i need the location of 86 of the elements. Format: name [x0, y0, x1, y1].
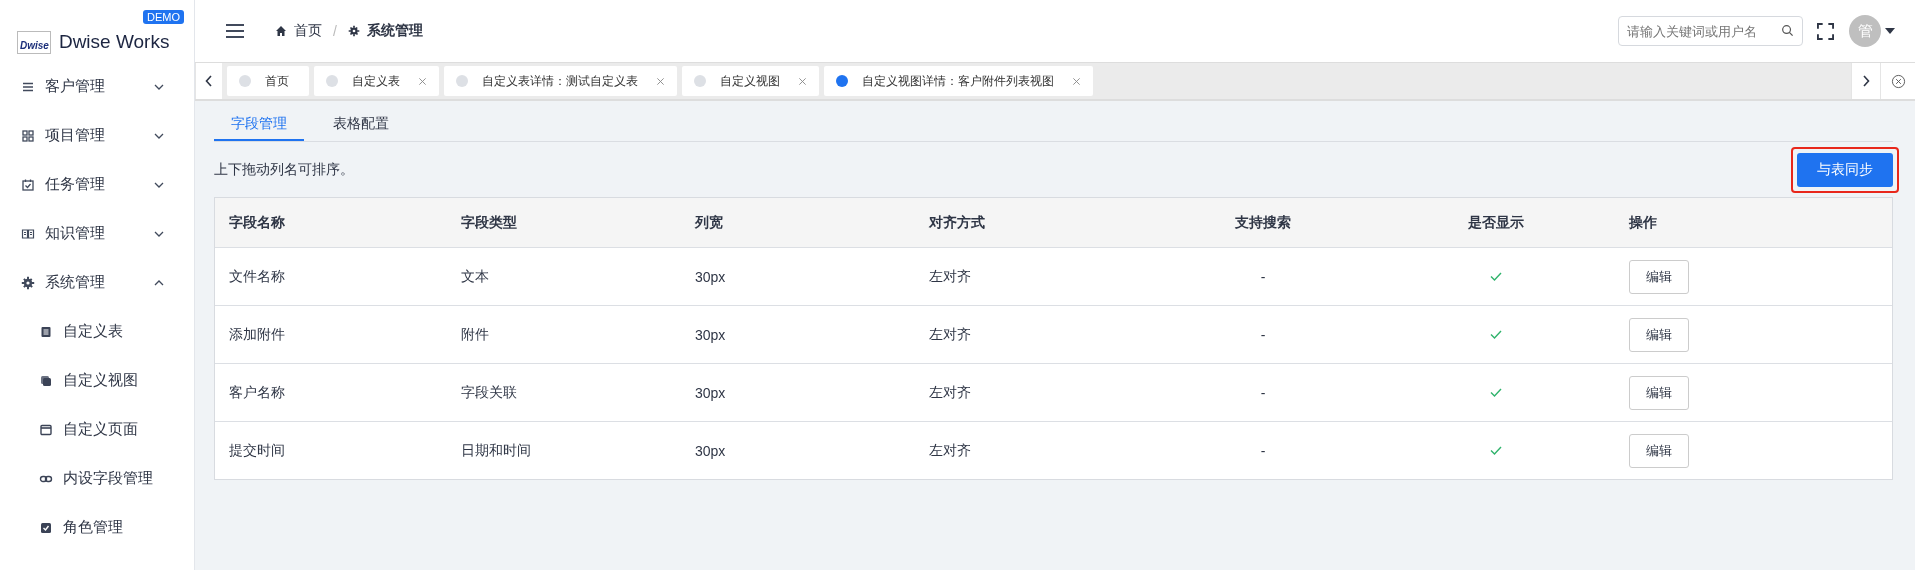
- table-cell-text: -: [1259, 268, 1267, 285]
- submenu-item[interactable]: 自定义视图: [0, 356, 194, 405]
- menu-item[interactable]: 系统管理: [0, 258, 194, 307]
- fullscreen-icon[interactable]: [1817, 22, 1834, 40]
- stacked-squares-icon: [39, 373, 53, 388]
- table-cell-text: 字段关联: [460, 383, 518, 402]
- submenu-item[interactable]: 自定义页面: [0, 405, 194, 454]
- submenu-item[interactable]: 角色管理: [0, 503, 194, 552]
- hint-text: 上下拖动列名可排序。: [214, 160, 354, 179]
- table-cell-text: -: [1259, 442, 1267, 459]
- status-dot-icon: [456, 75, 468, 87]
- table-cell-text: 提交时间: [228, 441, 286, 460]
- table-cell-text: 左对齐: [928, 267, 972, 286]
- home-icon: [275, 25, 287, 37]
- status-dot-icon: [239, 75, 251, 87]
- calendar-check-icon: [21, 177, 35, 192]
- chevron-right-icon: [1862, 75, 1870, 87]
- menu-icon[interactable]: [225, 23, 245, 39]
- search-field[interactable]: 请输入关键词或用户名: [1618, 16, 1803, 46]
- breadcrumb-link[interactable]: 首页: [294, 22, 322, 40]
- page-tab[interactable]: 自定义表: [314, 66, 439, 96]
- table-cell-text: 30px: [694, 442, 727, 459]
- page-tab[interactable]: 自定义表详情：测试自定义表: [444, 66, 677, 96]
- menu-item[interactable]: 知识管理: [0, 209, 194, 258]
- menu-item[interactable]: 客户管理: [0, 62, 194, 111]
- submenu-item[interactable]: 内设字段管理: [0, 454, 194, 503]
- table-cell-text: -: [1259, 326, 1267, 343]
- table-cell-text: 左对齐: [928, 441, 972, 460]
- breadcrumb-link[interactable]: 系统管理: [366, 22, 423, 40]
- search-icon: [1781, 24, 1794, 37]
- settings-icon: [21, 275, 35, 290]
- status-dot-icon: [326, 75, 338, 87]
- column-header: 字段名称: [228, 213, 286, 232]
- table-cell-text: 左对齐: [928, 383, 972, 402]
- grid-icon: [21, 128, 35, 143]
- close-icon[interactable]: [1072, 76, 1081, 86]
- menu-item[interactable]: 项目管理: [0, 111, 194, 160]
- table-cell-text: -: [1259, 384, 1267, 401]
- close-icon[interactable]: [418, 76, 427, 86]
- table-cell-text: 文本: [460, 267, 490, 286]
- edit-button[interactable]: 编辑: [1629, 259, 1689, 294]
- table-cell-text: 30px: [694, 268, 727, 285]
- status-dot-icon: [836, 75, 848, 87]
- close-all-button[interactable]: [1880, 63, 1915, 99]
- logo-mark: Dwise: [17, 30, 51, 54]
- edit-button[interactable]: 编辑: [1629, 375, 1689, 410]
- status-dot-icon: [694, 75, 706, 87]
- tab[interactable]: 表格配置: [316, 115, 406, 141]
- table-cell-text: 文件名称: [228, 267, 286, 286]
- close-circle-icon: [1890, 73, 1906, 89]
- column-header: 操作: [1628, 213, 1658, 232]
- page-tab[interactable]: 首页: [227, 66, 309, 96]
- chevron-left-icon: [205, 75, 213, 87]
- close-icon[interactable]: [656, 76, 665, 86]
- table-cell-text: 添加附件: [228, 325, 286, 344]
- scroll-left-button[interactable]: [195, 63, 222, 99]
- edit-button[interactable]: 编辑: [1629, 433, 1689, 468]
- menu-item[interactable]: 任务管理: [0, 160, 194, 209]
- table-cell-text: 30px: [694, 384, 727, 401]
- table-cell-text: 日期和时间: [460, 441, 532, 460]
- tab[interactable]: 字段管理: [214, 115, 304, 141]
- column-header: 支持搜索: [1234, 213, 1292, 232]
- caret-down-icon[interactable]: [1885, 28, 1895, 34]
- scroll-right-button[interactable]: [1851, 63, 1880, 99]
- column-header: 对齐方式: [928, 213, 986, 232]
- page-tab[interactable]: 自定义视图: [682, 66, 819, 96]
- document-icon: [39, 324, 53, 339]
- window-icon: [39, 422, 53, 437]
- submenu-item[interactable]: 自定义表: [0, 307, 194, 356]
- column-header: 字段类型: [460, 213, 518, 232]
- book-icon: [21, 226, 35, 241]
- column-header: 是否显示: [1467, 213, 1525, 232]
- table-cell-text: 客户名称: [228, 383, 286, 402]
- column-header: 列宽: [694, 213, 724, 232]
- page-tab[interactable]: 自定义视图详情：客户附件列表视图: [824, 66, 1093, 96]
- app-name: Dwise Works: [58, 31, 170, 53]
- table-cell-text: 附件: [460, 325, 490, 344]
- table-cell-text: 左对齐: [928, 325, 972, 344]
- breadcrumb-separator: /: [333, 23, 337, 39]
- demo-badge: DEMO: [143, 10, 184, 24]
- settings-icon: [347, 25, 360, 37]
- checkbox-icon: [39, 520, 53, 535]
- close-icon[interactable]: [798, 76, 807, 86]
- table-cell-text: 30px: [694, 326, 727, 343]
- sync-button[interactable]: 与表同步: [1797, 152, 1893, 187]
- edit-button[interactable]: 编辑: [1629, 317, 1689, 352]
